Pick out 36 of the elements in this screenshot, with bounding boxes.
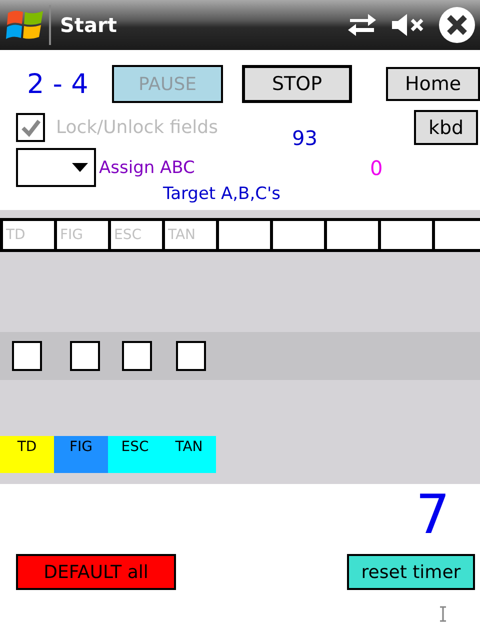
text-field[interactable] [378,218,432,252]
dropdown[interactable] [16,148,96,187]
timer-value: 7 [416,484,450,546]
dropdown-caret-icon [72,163,88,172]
text-field[interactable] [270,218,324,252]
text-field[interactable]: FIG [54,218,108,252]
default-all-button[interactable]: DEFAULT all [16,554,176,590]
checkbox[interactable] [122,341,152,371]
connectivity-arrows-icon[interactable] [346,12,378,38]
checkbox[interactable] [12,341,42,371]
text-cursor-icon [439,606,447,622]
assign-label: Assign ABC [99,158,195,178]
checkbox[interactable] [176,341,206,371]
text-field[interactable]: TD [0,218,54,252]
count-value: 93 [292,126,318,150]
text-field[interactable]: ESC [108,218,162,252]
round-counter: 2 - 4 [27,68,90,100]
stop-button[interactable]: STOP [242,65,352,103]
color-tag: TD [0,436,54,473]
home-button[interactable]: Home [386,67,480,101]
color-tag: ESC [108,436,162,473]
keyboard-button[interactable]: kbd [414,110,478,145]
color-tag: TAN [162,436,216,473]
close-icon[interactable] [438,6,476,44]
text-field[interactable] [216,218,270,252]
zero-value: 0 [370,156,384,180]
lock-label: Lock/Unlock fields [56,117,218,138]
reset-timer-button[interactable]: reset timer [347,554,475,590]
muted-speaker-icon[interactable] [390,12,426,38]
text-field[interactable] [432,218,480,252]
color-tag: FIG [54,436,108,473]
checkbox[interactable] [70,341,100,371]
text-field[interactable]: TAN [162,218,216,252]
text-field[interactable] [324,218,378,252]
target-label: Target A,B,C's [163,183,280,205]
window-title: Start [60,13,117,37]
